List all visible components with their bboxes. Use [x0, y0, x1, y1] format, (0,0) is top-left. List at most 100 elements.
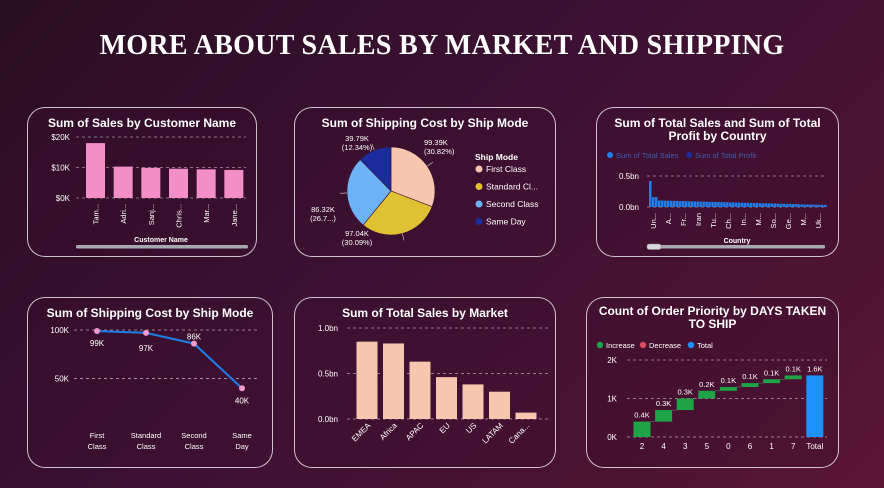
bar: [735, 202, 738, 207]
x-tick-label: Un...: [649, 213, 658, 229]
order-priority-waterfall-chart: Increase Decrease Total 0K 1K 2K 0.4K 2 0.3K 4 0.3…: [596, 341, 827, 451]
card-sales-by-market[interactable]: Sum of Total Sales by Market 0.0bn 0.5bn 1…: [294, 297, 556, 468]
data-label: 86K: [187, 333, 202, 342]
data-label-pct: (30.82%): [424, 147, 455, 156]
bar: [803, 204, 806, 207]
bar: [654, 197, 658, 207]
legend-entry: Second Class: [486, 199, 538, 209]
x-tick-label: Ge...: [784, 213, 793, 229]
legend-title: Ship Mode: [475, 152, 518, 162]
x-tick-label: APAC: [404, 421, 426, 443]
legend-marker: [607, 152, 613, 158]
x-axis-label: Customer Name: [134, 237, 188, 244]
data-label: 0.1K: [742, 372, 757, 381]
data-label: 99.39K: [424, 138, 448, 147]
data-label: 0.1K: [785, 364, 800, 373]
shipping-cost-line-chart: 100K 50K 99K 97K 86K 40K First Class Standard Cla…: [50, 326, 258, 451]
bar: [746, 202, 750, 207]
x-tick-label: Adri...: [119, 204, 128, 224]
y-tick-label: $10K: [51, 164, 70, 173]
x-tick-label: Africa: [378, 421, 399, 442]
bar: [776, 203, 780, 207]
legend-marker: [596, 341, 604, 349]
legend-marker: [686, 152, 692, 158]
bar: [738, 202, 741, 207]
bar: [800, 204, 803, 207]
x-tick-label: Class: [88, 442, 107, 451]
bar: [649, 180, 652, 207]
bar: [666, 200, 670, 207]
card-sales-profit-country[interactable]: Sum of Total Sales and Sum of Total Prof…: [596, 107, 839, 257]
x-tick-label: Second: [181, 431, 206, 440]
bar: [705, 201, 708, 207]
y-tick-label: 0K: [607, 433, 617, 442]
data-label: 0.4K: [634, 411, 649, 420]
card-shipping-line[interactable]: Sum of Shipping Cost by Ship Mode 100K 50…: [27, 297, 273, 468]
x-tick-label: 6: [748, 442, 753, 451]
scrollbar: [647, 245, 825, 249]
y-tick-label: 100K: [50, 326, 69, 335]
x-tick-label: M...: [799, 213, 808, 226]
bar: [729, 202, 732, 207]
bar: [815, 204, 818, 207]
x-tick-label: 5: [705, 442, 710, 451]
bar: [224, 169, 244, 198]
leader-line: [402, 233, 405, 241]
bar: [794, 204, 797, 207]
legend-marker: [475, 200, 483, 208]
x-tick-label: Uk...: [814, 213, 823, 228]
bar: [113, 166, 133, 198]
data-label-pct: (26.7...): [310, 214, 336, 223]
x-tick-label: 3: [683, 442, 688, 451]
bar: [767, 203, 771, 207]
bar: [409, 361, 431, 419]
bar: [784, 375, 802, 380]
bar: [758, 203, 762, 207]
data-label-pct: (30.09%): [342, 238, 373, 247]
data-label: 1.6K: [807, 364, 822, 373]
x-tick-label: Ch...: [724, 213, 733, 229]
y-tick-label: 0.5bn: [318, 370, 338, 379]
data-label: 0.1K: [764, 368, 779, 377]
legend-entry: Sum of Total Profit: [695, 151, 757, 160]
bar: [752, 203, 756, 207]
bar: [812, 204, 815, 207]
card-shipping-pie[interactable]: Sum of Shipping Cost by Ship Mode 99.39K…: [294, 107, 556, 257]
x-tick-label: Jane...: [230, 204, 239, 227]
legend-marker: [687, 341, 695, 349]
data-point: [143, 329, 149, 336]
bar: [672, 200, 676, 207]
bar: [669, 200, 673, 207]
legend-marker: [639, 341, 647, 349]
x-tick-label: LATAM: [481, 421, 506, 446]
page-title: MORE ABOUT SALES BY MARKET AND SHIPPING: [99, 30, 785, 61]
legend-entry: Increase: [606, 341, 635, 350]
bar: [743, 202, 747, 207]
x-tick-label: First: [90, 431, 105, 440]
bar: [663, 200, 667, 207]
bar: [690, 201, 694, 207]
bar: [824, 204, 827, 207]
x-tick-label: Chris...: [175, 204, 184, 228]
bar: [633, 421, 651, 437]
bar: [782, 203, 786, 207]
y-tick-label: 1K: [607, 395, 617, 404]
x-tick-label: M...: [754, 213, 763, 226]
legend-entry: Standard Cl...: [486, 182, 538, 192]
card-order-priority[interactable]: Count of Order Priority by DAYS TAKEN TO…: [586, 297, 839, 468]
x-tick-label: 0: [726, 442, 731, 451]
bar: [797, 204, 800, 207]
bar: [687, 201, 691, 207]
y-tick-label: 0.0bn: [318, 415, 338, 424]
bar: [681, 201, 685, 207]
bar: [702, 201, 705, 207]
card-sales-by-customer[interactable]: Sum of Sales by Customer Name $0K $10K $20…: [27, 107, 257, 257]
legend-entry: First Class: [486, 164, 526, 174]
x-tick-label: Tu...: [709, 213, 718, 228]
x-tick-label: US: [464, 421, 478, 435]
series-line: [96, 329, 243, 390]
bar: [657, 200, 661, 207]
y-tick-label: 2K: [607, 356, 617, 365]
x-tick-label: Standard: [131, 431, 161, 440]
bar: [791, 204, 794, 207]
